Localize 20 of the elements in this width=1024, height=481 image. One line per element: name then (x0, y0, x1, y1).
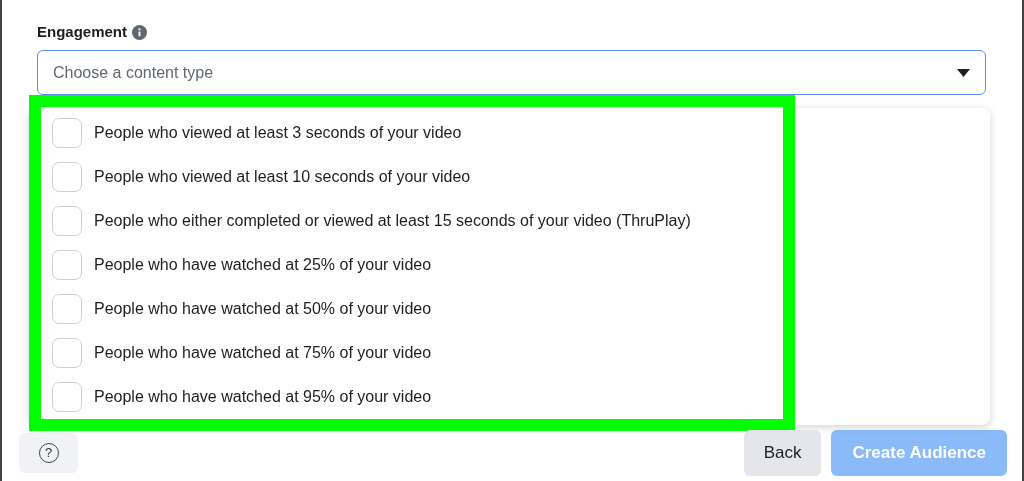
checkbox[interactable] (52, 338, 82, 368)
checkbox[interactable] (52, 162, 82, 192)
checkbox[interactable] (52, 118, 82, 148)
option-label: People who viewed at least 3 seconds of your video (94, 123, 462, 143)
option-label: People who have watched at 25% of your video (94, 255, 432, 275)
option-label: People who have watched at 95% of your video (94, 387, 432, 407)
checkbox[interactable] (52, 206, 82, 236)
checkbox[interactable] (52, 250, 82, 280)
field-label: Engagement (37, 21, 127, 42)
help-button[interactable]: ? (19, 433, 78, 473)
back-button[interactable]: Back (743, 430, 822, 476)
caret-icon (957, 68, 970, 77)
checkbox[interactable] (52, 294, 82, 324)
content-type-dropdown[interactable]: Choose a content type (37, 50, 986, 95)
option-label: People who viewed at least 10 seconds of your video (94, 167, 471, 187)
info-icon (132, 24, 147, 40)
option-label: People who either completed or viewed at least 15 seconds of your video (ThruPlay) (94, 211, 691, 231)
option-label: People who have watched at 75% of your video (94, 343, 432, 363)
option-label: People who have watched at 50% of your video (94, 299, 432, 319)
checkbox[interactable] (52, 382, 82, 412)
